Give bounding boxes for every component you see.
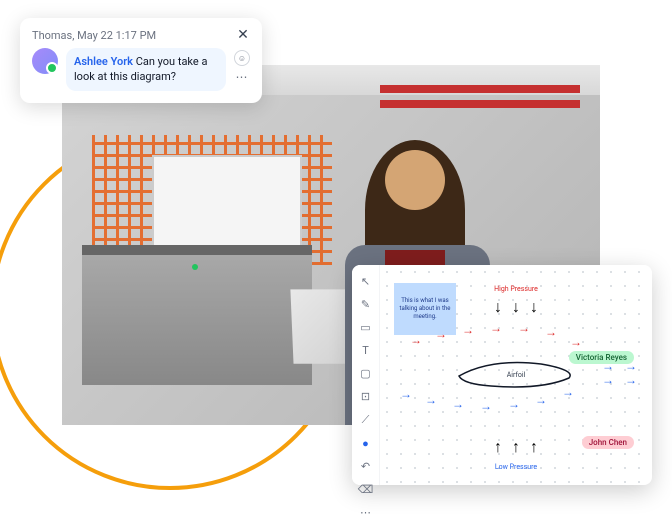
circle-tool-icon[interactable]: ●: [359, 437, 373, 450]
collaborator-cursor-tag: John Chen: [582, 436, 634, 449]
image-tool-icon[interactable]: ⊡: [359, 390, 373, 403]
avatar[interactable]: [32, 48, 58, 74]
collaborator-cursor-tag: Victoria Reyes: [569, 351, 634, 364]
whiteboard-toolbar: ↖ ✎ ▭ T ▢ ⊡ ⟋ ● ↶ ⌫ ⋯: [352, 265, 380, 485]
eraser-tool-icon[interactable]: ⌫: [359, 483, 373, 496]
chat-mention: Ashlee York: [74, 55, 133, 68]
more-options-icon[interactable]: ⋯: [236, 70, 249, 84]
undo-tool-icon[interactable]: ↶: [359, 460, 373, 473]
sticky-note-tool-icon[interactable]: ▢: [359, 367, 373, 380]
chat-timestamp: Thomas, May 22 1:17 PM: [32, 29, 156, 42]
down-arrows: ↓↓↓: [494, 297, 538, 317]
pencil-tool-icon[interactable]: ✎: [359, 298, 373, 311]
cursor-tool-icon[interactable]: ↖: [359, 275, 373, 288]
diagram-label-high-pressure: High Pressure: [494, 285, 538, 293]
diagram-label-low-pressure: Low Pressure: [495, 463, 537, 471]
chat-message-bubble[interactable]: Ashlee York Can you take a look at this …: [66, 48, 226, 91]
diagram-label-airfoil: Airfoil: [507, 371, 526, 379]
chat-notification: Thomas, May 22 1:17 PM ✕ Ashlee York Can…: [20, 18, 262, 103]
close-icon[interactable]: ✕: [236, 28, 250, 42]
whiteboard-panel: ↖ ✎ ▭ T ▢ ⊡ ⟋ ● ↶ ⌫ ⋯ This is what I was…: [352, 265, 652, 485]
connector-tool-icon[interactable]: ⟋: [359, 413, 373, 427]
up-arrows: ↑↑↑: [494, 437, 538, 457]
text-tool-icon[interactable]: T: [359, 344, 373, 357]
whiteboard-canvas[interactable]: This is what I was talking about in the …: [380, 265, 652, 485]
emoji-react-icon[interactable]: ☺: [234, 50, 250, 66]
rectangle-tool-icon[interactable]: ▭: [359, 321, 373, 334]
